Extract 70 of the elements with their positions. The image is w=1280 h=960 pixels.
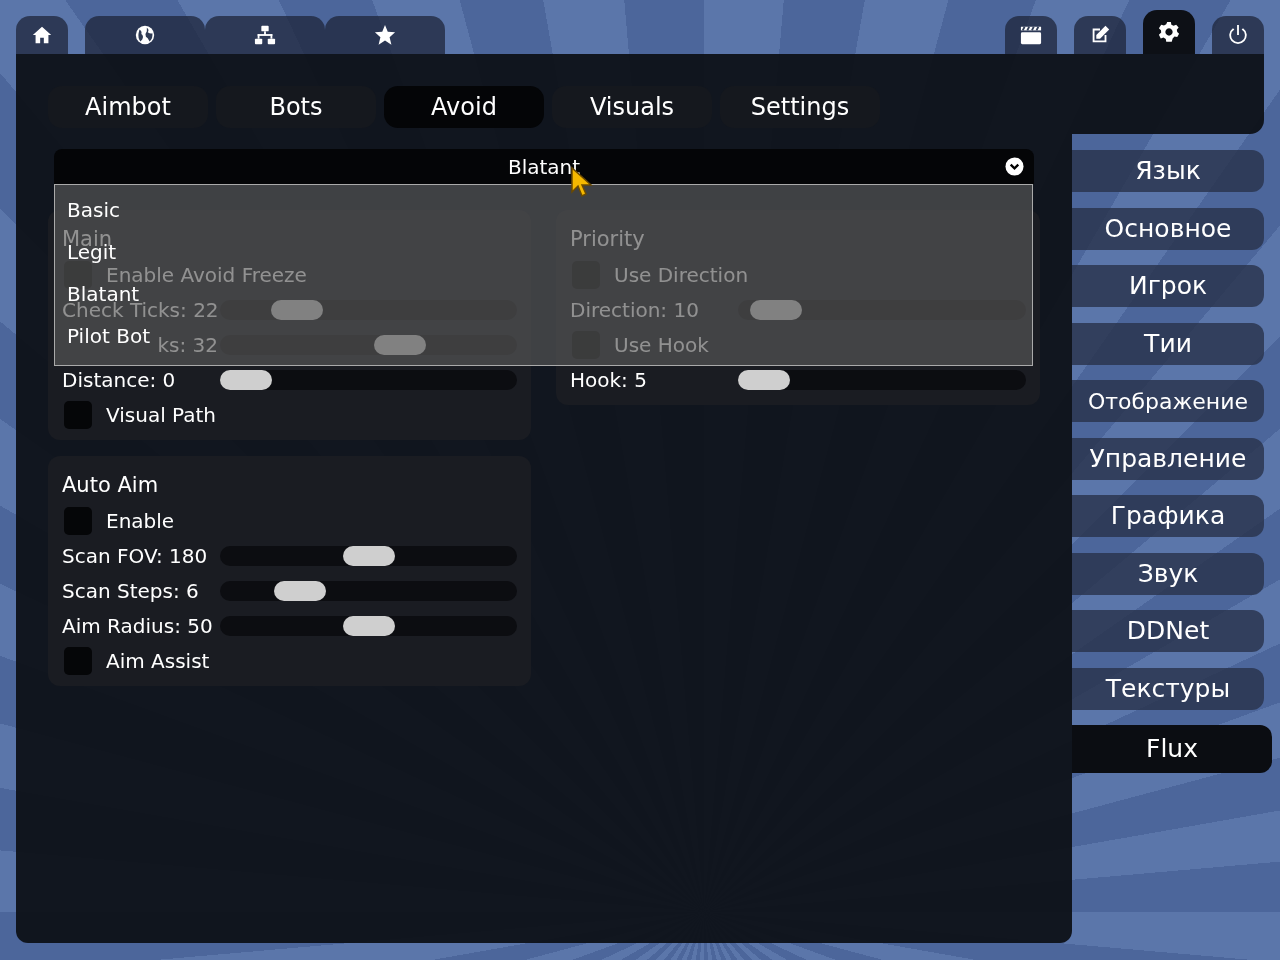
tab[interactable]: [325, 16, 445, 54]
sidebar-item[interactable]: Flux: [1072, 725, 1272, 773]
checkbox[interactable]: [64, 506, 92, 535]
slider-track[interactable]: [220, 580, 517, 601]
section-title: Auto Aim: [62, 473, 159, 498]
tab[interactable]: [85, 16, 205, 54]
tab[interactable]: [205, 16, 325, 54]
tab[interactable]: Settings: [720, 86, 880, 128]
checkbox-label: Enable: [106, 509, 175, 532]
slider-thumb[interactable]: [342, 545, 395, 566]
slider-track[interactable]: [220, 299, 517, 320]
tab[interactable]: [1005, 16, 1057, 54]
settings-icon: [1158, 21, 1180, 43]
checkbox-label: Enable Avoid Freeze: [106, 263, 307, 286]
network-icon: [254, 24, 276, 46]
chevron-icon: [1005, 157, 1024, 176]
tab[interactable]: Bots: [216, 86, 376, 128]
tab[interactable]: [1212, 16, 1264, 54]
sidebar-item[interactable]: Язык: [1072, 150, 1264, 192]
menu-option[interactable]: Pilot Bot: [67, 325, 150, 347]
slider-label: Hook: 5: [570, 368, 647, 391]
section-title: Priority: [570, 227, 645, 252]
slider-label: Distance: 0: [62, 368, 176, 391]
tab[interactable]: [1143, 10, 1195, 54]
sidebar-item[interactable]: Графика: [1072, 495, 1264, 537]
slider-label: Direction: 10: [570, 298, 699, 321]
slider-track[interactable]: [220, 334, 517, 355]
slider-label: ks: 32: [157, 333, 218, 356]
slider-track[interactable]: [220, 545, 517, 566]
dropdown-value: Blatant: [507, 153, 581, 181]
power-icon: [1227, 24, 1249, 46]
tab[interactable]: Visuals: [552, 86, 712, 128]
slider-thumb[interactable]: [738, 369, 790, 390]
sidebar-item[interactable]: DDNet: [1072, 610, 1264, 652]
clapperboard-icon: [1020, 24, 1042, 46]
checkbox-label: Use Direction: [614, 263, 749, 286]
tab[interactable]: Avoid: [384, 86, 544, 128]
sidebar-item[interactable]: Игрок: [1072, 265, 1264, 307]
slider-thumb[interactable]: [342, 615, 395, 636]
slider-thumb[interactable]: [220, 369, 272, 390]
sidebar-item[interactable]: Основное: [1072, 207, 1264, 250]
slider-thumb[interactable]: [271, 299, 324, 320]
checkbox-label: Use Hook: [614, 333, 709, 356]
slider-label: Aim Radius: 50: [62, 614, 213, 637]
slider-label: Scan FOV: 180: [62, 544, 208, 567]
sidebar-item[interactable]: Управление: [1072, 437, 1264, 480]
checkbox-label: Visual Path: [106, 403, 216, 426]
slider-thumb[interactable]: [273, 580, 326, 601]
globe-icon: [134, 24, 156, 46]
slider-thumb[interactable]: [374, 334, 427, 355]
home-icon: [31, 24, 53, 46]
sidebar-item[interactable]: Отображение: [1072, 380, 1264, 422]
slider-track[interactable]: [738, 299, 1026, 320]
tab[interactable]: [1074, 16, 1126, 54]
slider-track[interactable]: [220, 369, 517, 390]
checkbox[interactable]: [64, 646, 92, 675]
sidebar-item[interactable]: Тии: [1072, 322, 1264, 365]
slider-label: Scan Steps: 6: [62, 579, 199, 602]
tab[interactable]: Aimbot: [48, 86, 208, 128]
slider-track[interactable]: [220, 615, 517, 636]
slider-track[interactable]: [738, 369, 1026, 390]
checkbox[interactable]: [64, 400, 92, 429]
preset-dropdown[interactable]: Blatant: [54, 149, 1034, 184]
slider-thumb[interactable]: [749, 299, 802, 320]
star-icon: [374, 24, 396, 46]
menu-option[interactable]: Basic: [67, 199, 120, 221]
checkbox-label: Aim Assist: [106, 649, 210, 672]
tab[interactable]: [16, 16, 68, 54]
sidebar-item[interactable]: Текстуры: [1072, 667, 1264, 710]
sidebar-item[interactable]: Звук: [1072, 552, 1264, 595]
